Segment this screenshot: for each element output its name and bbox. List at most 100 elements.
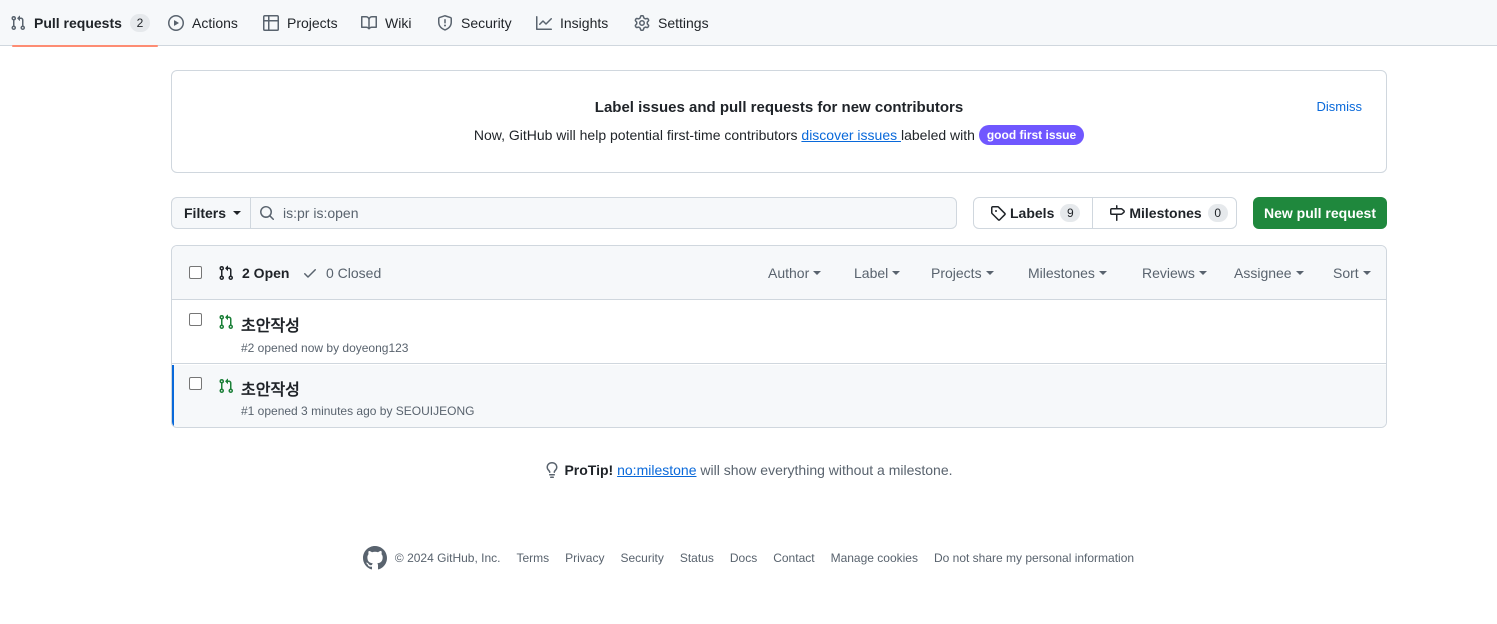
chevron-down-icon: [813, 271, 822, 275]
chevron-down-icon: [1098, 271, 1107, 275]
tab-label: Actions: [192, 15, 238, 31]
pr-title-link[interactable]: 초안작성: [241, 376, 300, 400]
footer-link-docs[interactable]: Docs: [730, 551, 757, 565]
chevron-down-icon: [892, 271, 901, 275]
projects-dropdown[interactable]: Projects: [931, 265, 994, 281]
sort-dropdown[interactable]: Sort: [1333, 265, 1371, 281]
git-pull-request-icon: [219, 314, 234, 330]
tag-icon: [991, 206, 1006, 221]
chevron-down-icon: [233, 211, 242, 215]
tab-actions[interactable]: Actions: [168, 0, 238, 46]
gear-icon: [634, 15, 650, 31]
tab-label: Settings: [658, 15, 709, 31]
tab-insights[interactable]: Insights: [536, 0, 608, 46]
footer-link-manage-cookies[interactable]: Manage cookies: [831, 551, 918, 565]
dismiss-button[interactable]: Dismiss: [1317, 99, 1363, 114]
labels-label: Labels: [1010, 205, 1055, 221]
milestones-button[interactable]: Milestones 0: [1092, 198, 1239, 228]
no-milestone-link[interactable]: no:milestone: [617, 462, 696, 478]
banner-title: Label issues and pull requests for new c…: [594, 99, 964, 116]
tab-label: Projects: [287, 15, 338, 31]
projects-label: Projects: [931, 265, 982, 281]
open-label: 2 Open: [242, 265, 290, 281]
book-icon: [361, 15, 377, 30]
footer-link-status[interactable]: Status: [680, 551, 714, 565]
protip-text: will show everything without a milestone…: [696, 462, 953, 478]
chevron-down-icon: [985, 271, 994, 275]
shield-icon: [438, 15, 452, 31]
assignee-label: Assignee: [1234, 265, 1292, 281]
filters-label: Filters: [184, 205, 227, 221]
footer-link-do-not-share[interactable]: Do not share my personal information: [934, 551, 1134, 565]
select-all-checkbox[interactable]: [189, 266, 202, 279]
labels-counter: 9: [1060, 204, 1081, 222]
discover-issues-link[interactable]: discover issues: [801, 127, 901, 143]
label-dropdown[interactable]: Label: [854, 265, 901, 281]
tab-label: Wiki: [385, 15, 412, 31]
tab-settings[interactable]: Settings: [634, 0, 709, 46]
milestones-counter: 0: [1207, 204, 1228, 222]
search-icon: [260, 206, 275, 221]
chevron-down-icon: [1362, 271, 1371, 275]
list-header: 2 Open 0 Closed Author Label Projects Mi…: [172, 246, 1386, 300]
new-pull-request-button[interactable]: New pull request: [1253, 197, 1387, 229]
chevron-down-icon: [1295, 271, 1304, 275]
search-input[interactable]: [283, 205, 923, 221]
pull-request-list: 2 Open 0 Closed Author Label Projects Mi…: [171, 245, 1387, 428]
pull-requests-counter: 2: [129, 14, 150, 32]
labels-button[interactable]: Labels 9: [974, 198, 1092, 228]
repo-nav: Pull requests 2 Actions Projects Wiki Se…: [0, 0, 1497, 47]
chevron-down-icon: [1198, 271, 1207, 275]
git-pull-request-icon: [219, 265, 234, 281]
footer-link-terms[interactable]: Terms: [516, 551, 549, 565]
protip: ProTip! no:milestone will show everythin…: [0, 462, 1497, 478]
tab-wiki[interactable]: Wiki: [361, 0, 411, 46]
milestone-icon: [1110, 205, 1126, 221]
good-first-issue-label[interactable]: good first issue: [978, 125, 1085, 145]
banner-text-before: Now, GitHub will help potential first-ti…: [473, 127, 802, 143]
pr-meta: #1 opened 3 minutes ago by SEOUIJEONG: [241, 404, 475, 418]
footer-link-contact[interactable]: Contact: [773, 551, 814, 565]
footer: © 2024 GitHub, Inc. Terms Privacy Securi…: [0, 546, 1497, 570]
tab-label: Security: [461, 15, 512, 31]
git-pull-request-icon: [219, 378, 234, 394]
play-icon: [168, 15, 184, 31]
label-label: Label: [854, 265, 889, 281]
reviews-label: Reviews: [1142, 265, 1195, 281]
assignee-dropdown[interactable]: Assignee: [1234, 265, 1304, 281]
list-item[interactable]: 초안작성 #1 opened 3 minutes ago by SEOUIJEO…: [172, 365, 1386, 427]
row-checkbox[interactable]: [189, 377, 202, 390]
closed-filter[interactable]: 0 Closed: [302, 265, 381, 281]
protip-label: ProTip!: [564, 462, 614, 478]
git-pull-request-icon: [11, 15, 26, 31]
milestones-dropdown[interactable]: Milestones: [1028, 265, 1107, 281]
tab-label: Insights: [560, 15, 609, 31]
graph-icon: [536, 16, 552, 30]
pr-title-link[interactable]: 초안작성: [241, 312, 300, 336]
first-contributor-banner: Label issues and pull requests for new c…: [171, 70, 1387, 173]
tab-security[interactable]: Security: [437, 0, 512, 46]
row-checkbox[interactable]: [189, 313, 202, 326]
reviews-dropdown[interactable]: Reviews: [1142, 265, 1207, 281]
footer-link-security[interactable]: Security: [620, 551, 663, 565]
closed-label: 0 Closed: [326, 265, 382, 281]
author-dropdown[interactable]: Author: [768, 265, 822, 281]
tab-pull-requests[interactable]: Pull requests 2: [10, 0, 158, 47]
footer-link-privacy[interactable]: Privacy: [565, 551, 604, 565]
tab-projects[interactable]: Projects: [263, 0, 338, 46]
milestones-label: Milestones: [1129, 205, 1202, 221]
tab-label: Pull requests: [34, 15, 122, 31]
github-logo-icon[interactable]: [362, 546, 387, 570]
pr-open-icon-wrap: [218, 378, 234, 394]
search-box[interactable]: [250, 197, 957, 229]
check-icon: [304, 269, 316, 278]
author-label: Author: [768, 265, 810, 281]
filters-button[interactable]: Filters: [171, 197, 251, 229]
banner-text-after: labeled with: [901, 127, 979, 143]
list-item[interactable]: 초안작성 #2 opened now by doyeong123: [172, 300, 1386, 364]
light-bulb-icon: [546, 462, 558, 478]
milestones-dd-label: Milestones: [1028, 265, 1095, 281]
sort-label: Sort: [1333, 265, 1359, 281]
open-filter[interactable]: 2 Open: [218, 265, 289, 281]
pr-open-icon-wrap: [218, 314, 234, 330]
